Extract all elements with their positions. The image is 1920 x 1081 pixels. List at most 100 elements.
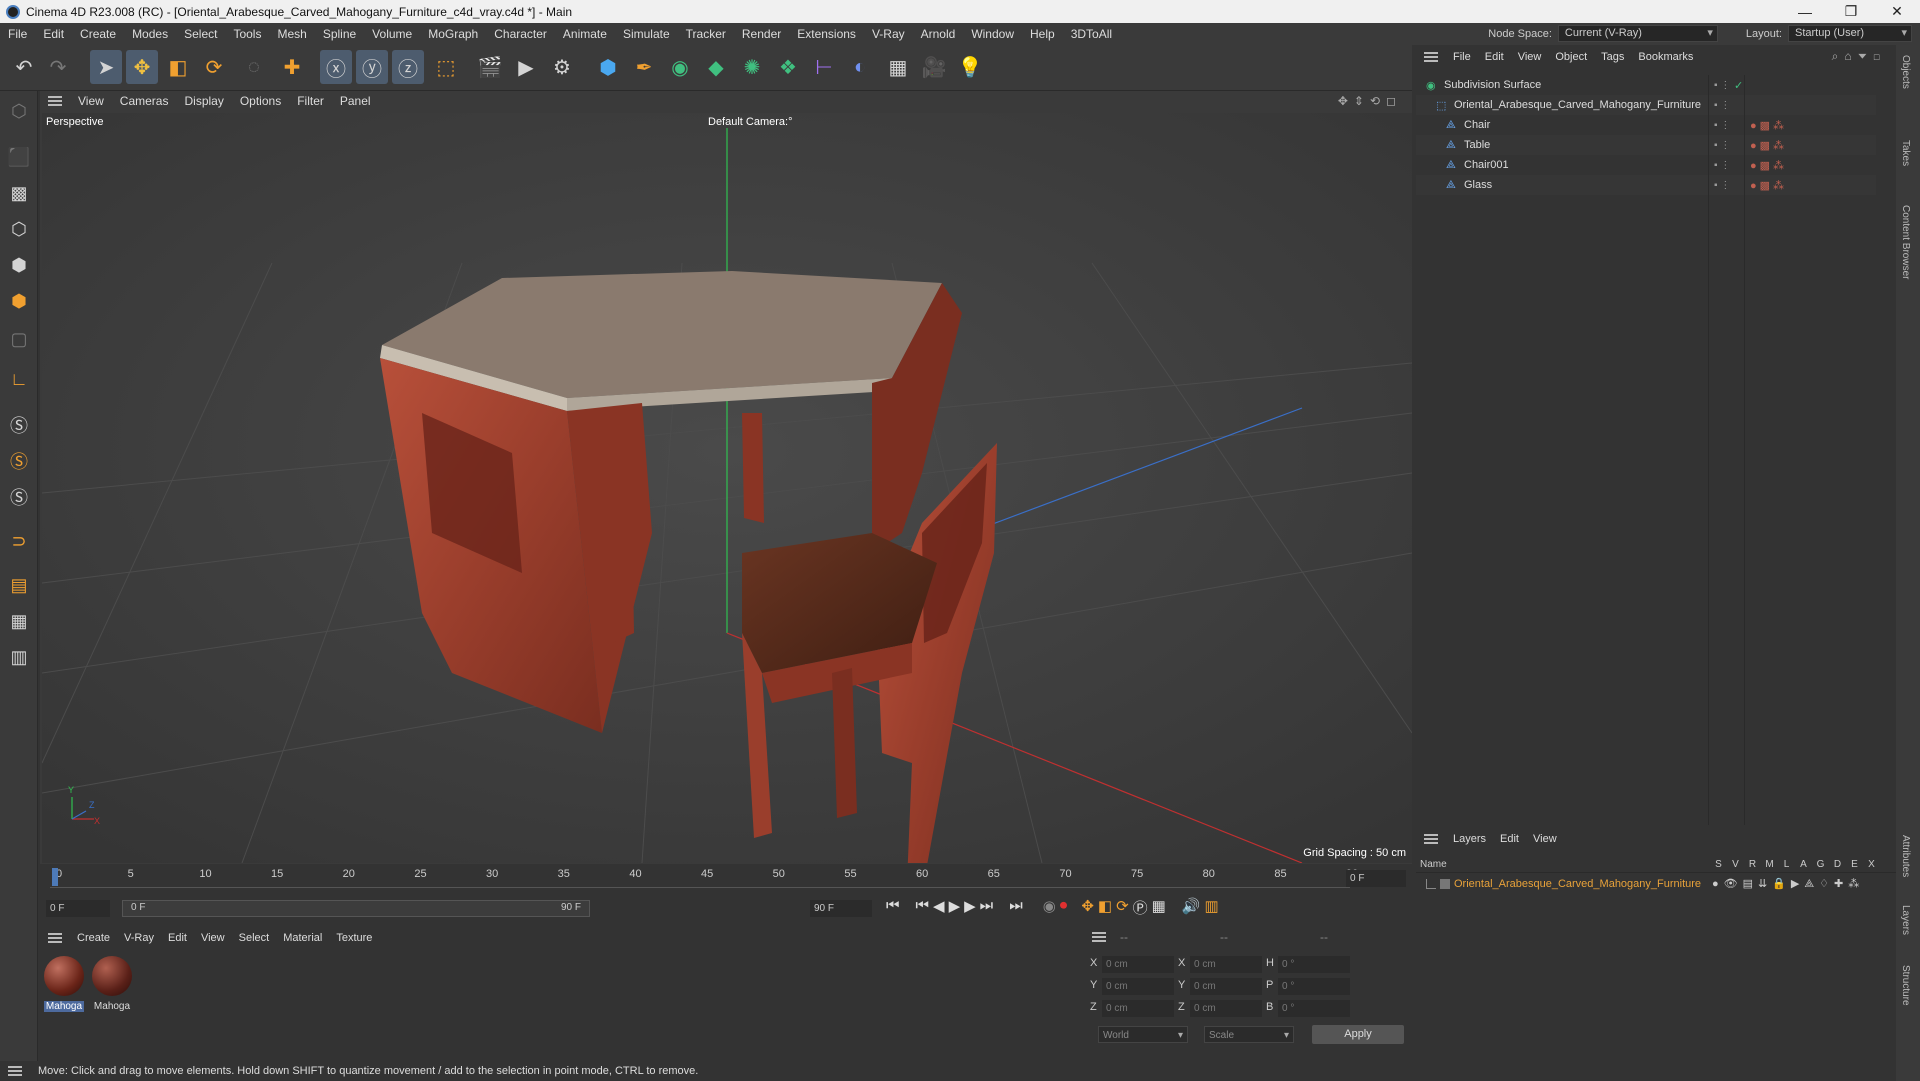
texture-mode-icon[interactable]: ▩ <box>3 177 35 209</box>
layer-toggle-icons[interactable]: ●👁▤⇊🔒▶⟁♢✚⁂ <box>1712 877 1864 891</box>
prev-key-icon[interactable]: ⏮ <box>916 897 930 918</box>
vp-menu-filter[interactable]: Filter <box>289 94 332 108</box>
menu-edit[interactable]: Edit <box>35 27 72 41</box>
side-tab[interactable]: Layers <box>1900 905 1911 935</box>
keyframe-param-icon[interactable]: Ⓟ <box>1133 897 1148 918</box>
subdivision-icon[interactable]: ◉ <box>664 50 696 84</box>
side-tab[interactable]: Takes <box>1900 140 1911 166</box>
polygons-mode-icon[interactable]: ⬢ <box>3 285 35 317</box>
material-swatch[interactable]: Mahoga <box>90 954 134 1018</box>
side-tab[interactable]: Objects <box>1900 55 1911 89</box>
keyframe-scale-icon[interactable]: ◧ <box>1098 897 1112 918</box>
coordinate-system-icon[interactable]: ⬚ <box>430 50 462 84</box>
visibility-toggle-icon[interactable]: ▪ ⋮ <box>1714 160 1730 171</box>
scale-tool-icon[interactable]: ◧ <box>162 50 194 84</box>
menu-create[interactable]: Create <box>72 27 124 41</box>
mat-menu-texture[interactable]: Texture <box>329 932 379 944</box>
timeline-layout-icon[interactable]: ▥ <box>1205 897 1219 918</box>
points-mode-icon[interactable]: ⬡ <box>3 213 35 245</box>
obj-menu-edit[interactable]: Edit <box>1478 51 1511 63</box>
goto-end-icon[interactable]: ⏭ <box>1009 897 1023 918</box>
material-tag-icons[interactable]: ●▩⁂ <box>1750 139 1787 152</box>
locked-workplane-icon[interactable]: ▥ <box>3 641 35 673</box>
side-tab[interactable]: Content Browser <box>1900 205 1911 279</box>
menu-extensions[interactable]: Extensions <box>789 27 864 41</box>
live-select-icon[interactable]: ◌ <box>238 50 270 84</box>
layer-col-header[interactable]: R <box>1744 859 1761 870</box>
redo-icon[interactable]: ↷ <box>42 50 74 84</box>
layer-col-header[interactable]: A <box>1795 859 1812 870</box>
menu-window[interactable]: Window <box>963 27 1022 41</box>
move-tool-icon[interactable]: ✥ <box>126 50 158 84</box>
layer-menu-edit[interactable]: Edit <box>1493 833 1526 845</box>
menu-arnold[interactable]: Arnold <box>913 27 964 41</box>
menu-help[interactable]: Help <box>1022 27 1063 41</box>
close-button[interactable]: ✕ <box>1874 0 1920 23</box>
vp-menu-panel[interactable]: Panel <box>332 94 379 108</box>
keyframe-position-icon[interactable]: ✥ <box>1081 897 1094 918</box>
menu-volume[interactable]: Volume <box>364 27 420 41</box>
object-name[interactable]: Chair001 <box>1464 159 1509 171</box>
coord-size-field[interactable]: 0 cm <box>1190 956 1262 973</box>
mat-menu-edit[interactable]: Edit <box>161 932 194 944</box>
next-key-icon[interactable]: ⏭ <box>980 897 994 918</box>
sound-icon[interactable]: 🔊 <box>1182 897 1201 918</box>
mat-menu-vray[interactable]: V-Ray <box>117 932 161 944</box>
coord-pos-field[interactable]: 0 cm <box>1102 978 1174 995</box>
menu-select[interactable]: Select <box>176 27 225 41</box>
mat-menu-create[interactable]: Create <box>70 932 117 944</box>
make-editable-icon[interactable]: ⬡ <box>3 95 35 127</box>
keyframe-pla-icon[interactable]: ▦ <box>1152 897 1166 918</box>
record-auto-icon[interactable]: ◉ <box>1043 897 1056 918</box>
vp-menu-options[interactable]: Options <box>232 94 289 108</box>
material-hamburger-icon[interactable] <box>48 933 62 943</box>
object-row[interactable]: ⬚ Oriental_Arabesque_Carved_Mahogany_Furn… <box>1416 95 1876 115</box>
coord-pos-field[interactable]: 0 cm <box>1102 956 1174 973</box>
render-region-icon[interactable]: 🎬 <box>474 50 506 84</box>
coord-rot-field[interactable]: 0 ° <box>1278 1000 1350 1017</box>
viewport-nav-icons[interactable]: ✥⇕⟲◻ <box>1338 94 1402 108</box>
layout-dropdown[interactable]: Startup (User) <box>1788 25 1912 42</box>
object-name[interactable]: Table <box>1464 139 1490 151</box>
coord-size-field[interactable]: 0 cm <box>1190 1000 1262 1017</box>
layer-col-header[interactable]: V <box>1727 859 1744 870</box>
workplane-icon[interactable]: ▤ <box>3 569 35 601</box>
deformer-icon[interactable]: ⊢ <box>808 50 840 84</box>
frame-range-slider[interactable]: 0 F 90 F <box>122 900 590 917</box>
material-swatch[interactable]: Mahoga <box>42 954 86 1018</box>
undo-icon[interactable]: ↶ <box>8 50 40 84</box>
record-key-icon[interactable]: ⏺ <box>1060 897 1068 918</box>
camera-icon[interactable]: 🎥 <box>918 50 950 84</box>
coord-rot-field[interactable]: 0 ° <box>1278 956 1350 973</box>
snap-s-white-icon[interactable]: Ⓢ <box>3 481 35 513</box>
vp-menu-view[interactable]: View <box>70 94 112 108</box>
rotate-tool-icon[interactable]: ⟳ <box>198 50 230 84</box>
layer-hamburger-icon[interactable] <box>1424 834 1438 844</box>
menu-mograph[interactable]: MoGraph <box>420 27 486 41</box>
object-row[interactable]: ⟁ Table ▪ ⋮ ●▩⁂ <box>1416 135 1876 155</box>
menu-render[interactable]: Render <box>734 27 789 41</box>
x-axis-lock-icon[interactable]: ⓧ <box>320 50 352 84</box>
cube-primitive-icon[interactable]: ⬢ <box>592 50 624 84</box>
coord-size-field[interactable]: 0 cm <box>1190 978 1262 995</box>
prev-frame-icon[interactable]: ◀ <box>933 897 945 918</box>
visibility-toggle-icon[interactable]: ▪ ⋮ <box>1714 140 1730 151</box>
light-icon[interactable]: 💡 <box>954 50 986 84</box>
obj-menu-tags[interactable]: Tags <box>1594 51 1631 63</box>
grid-icon[interactable]: ▦ <box>3 605 35 637</box>
obj-menu-bookmarks[interactable]: Bookmarks <box>1631 51 1700 63</box>
menu-tracker[interactable]: Tracker <box>678 27 734 41</box>
model-mode-icon[interactable]: ⬛ <box>3 141 35 173</box>
coord-rot-field[interactable]: 0 ° <box>1278 978 1350 995</box>
transform-icon[interactable]: ✚ <box>276 50 308 84</box>
next-frame-icon[interactable]: ▶ <box>964 897 976 918</box>
magnet-icon[interactable]: ⊃ <box>3 525 35 557</box>
viewport-canvas[interactable]: Perspective Default Camera:° Grid Spacin… <box>42 113 1412 863</box>
object-row[interactable]: ⟁ Chair001 ▪ ⋮ ●▩⁂ <box>1416 155 1876 175</box>
y-axis-lock-icon[interactable]: ⓨ <box>356 50 388 84</box>
layer-col-header[interactable]: E <box>1846 859 1863 870</box>
object-search-icons[interactable]: ⌕⌂⏷◻ <box>1832 49 1886 64</box>
visibility-toggle-icon[interactable]: ▪ ⋮ <box>1714 80 1730 91</box>
edges-mode-icon[interactable]: ⬢ <box>3 249 35 281</box>
menu-3dtoall[interactable]: 3DToAll <box>1063 27 1120 41</box>
